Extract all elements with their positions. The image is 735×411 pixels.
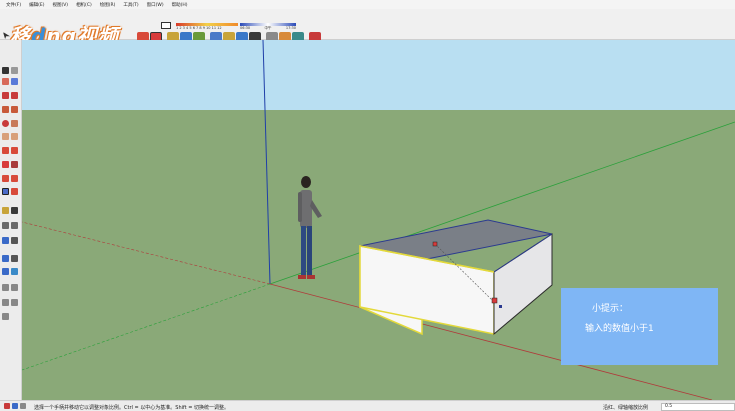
menu-bar: 文件(F) 编辑(E) 视图(V) 相机(C) 绘图(R) 工具(T) 窗口(W… xyxy=(0,0,735,9)
previous-icon[interactable] xyxy=(11,268,18,275)
3dtext-icon[interactable] xyxy=(11,222,18,229)
offset-icon[interactable] xyxy=(11,175,18,182)
zoom-extents-icon[interactable] xyxy=(2,268,9,275)
rectangle-icon[interactable] xyxy=(2,106,9,113)
eraser-icon[interactable] xyxy=(2,78,9,85)
menu-help[interactable]: 帮助(H) xyxy=(168,2,192,8)
sky xyxy=(22,40,735,110)
freehand-icon[interactable] xyxy=(11,92,18,99)
zoom-icon[interactable] xyxy=(2,255,9,262)
measure-hint: 沿红、绿轴缩放比例 xyxy=(603,405,649,411)
pan-icon[interactable] xyxy=(11,237,18,244)
rotated-rect-icon[interactable] xyxy=(11,106,18,113)
position-camera-icon[interactable] xyxy=(2,284,9,291)
shadow-toggle-icon[interactable] xyxy=(161,22,171,29)
section-fill-icon[interactable] xyxy=(2,313,9,320)
pie-icon[interactable] xyxy=(11,133,18,140)
credits-icon[interactable] xyxy=(12,403,18,409)
menu-camera[interactable]: 相机(C) xyxy=(72,2,96,8)
tip-body: 输入的数值小于1 xyxy=(585,324,654,334)
scale-grip-top[interactable] xyxy=(432,241,438,247)
status-bar: 选择一个手柄并移动它以调整对象比例。Ctrl = 以中心为基准。Shift = … xyxy=(0,400,735,411)
move-icon[interactable] xyxy=(2,161,9,168)
text-icon[interactable] xyxy=(11,207,18,214)
sketchup-window: 文件(F) 编辑(E) 视图(V) 相机(C) 绘图(R) 工具(T) 窗口(W… xyxy=(0,0,735,411)
month-ticks: 1 2 3 4 5 6 7 8 9 10 11 12 xyxy=(176,26,222,30)
geolocation-icon[interactable] xyxy=(4,403,10,409)
select-icon[interactable] xyxy=(2,67,9,74)
line-icon[interactable] xyxy=(2,92,9,99)
component-icon[interactable] xyxy=(11,67,18,74)
look-around-icon[interactable] xyxy=(2,299,9,306)
scale-grip-corner[interactable] xyxy=(491,297,498,304)
measurements-box[interactable]: 0.5 xyxy=(661,403,735,411)
paint-icon[interactable] xyxy=(11,78,18,85)
circle-icon[interactable] xyxy=(2,120,9,127)
rotate-icon[interactable] xyxy=(11,161,18,168)
status-hint: 选择一个手柄并移动它以调整对象比例。Ctrl = 以中心为基准。Shift = … xyxy=(34,405,230,411)
main-toolbar: 移dng视频 1 2 3 4 5 6 7 8 9 10 11 12 06:30 … xyxy=(0,9,735,48)
polygon-icon[interactable] xyxy=(11,120,18,127)
pushpull-icon[interactable] xyxy=(2,147,9,154)
section-icon[interactable] xyxy=(11,299,18,306)
cursor-icon xyxy=(499,305,502,308)
menu-draw[interactable]: 绘图(R) xyxy=(96,2,120,8)
time-ticks: 06:30 中午 17:30 xyxy=(240,26,296,30)
tip-box: 小提示： 输入的数值小于1 xyxy=(561,288,718,365)
followme-icon[interactable] xyxy=(11,147,18,154)
arc-icon[interactable] xyxy=(2,133,9,140)
menu-file[interactable]: 文件(F) xyxy=(2,2,25,8)
protractor-icon[interactable] xyxy=(2,207,9,214)
walk-icon[interactable] xyxy=(11,284,18,291)
scale-icon[interactable] xyxy=(2,175,9,182)
tape-icon[interactable] xyxy=(2,188,9,195)
dimension-icon[interactable] xyxy=(11,188,18,195)
menu-tools[interactable]: 工具(T) xyxy=(119,2,142,8)
left-toolbar xyxy=(0,40,22,400)
axes-icon[interactable] xyxy=(2,222,9,229)
menu-edit[interactable]: 编辑(E) xyxy=(25,2,48,8)
menu-view[interactable]: 视图(V) xyxy=(48,2,72,8)
orbit-icon[interactable] xyxy=(2,237,9,244)
help-icon[interactable] xyxy=(20,403,26,409)
zoom-window-icon[interactable] xyxy=(11,255,18,262)
select-icon[interactable] xyxy=(3,32,10,39)
menu-window[interactable]: 窗口(W) xyxy=(143,2,168,8)
tip-title: 小提示： xyxy=(592,304,629,314)
